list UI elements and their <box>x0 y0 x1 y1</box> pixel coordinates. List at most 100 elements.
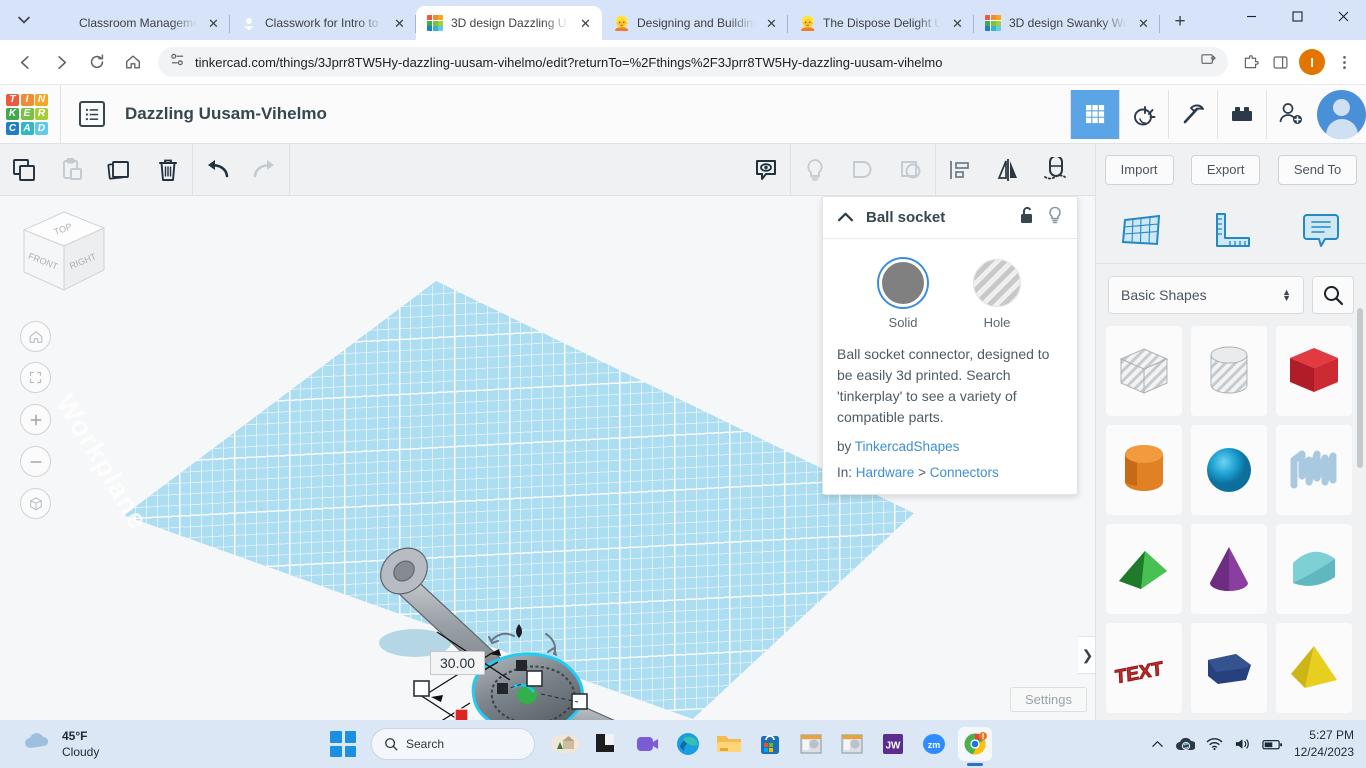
author-link[interactable]: TinkercadShapes <box>855 439 960 454</box>
browser-tab-1[interactable]: Classwork for Intro to ✕ <box>230 6 416 40</box>
shape-text-red[interactable]: TEXT <box>1106 623 1182 713</box>
3d-canvas[interactable]: Workplane 30.00 TOP FRONT RIGHT Ball soc… <box>0 196 1095 768</box>
settings-button[interactable]: Settings <box>1010 687 1087 712</box>
shape-panel-scrollbar[interactable] <box>1357 308 1363 468</box>
chevron-up-icon[interactable] <box>1151 738 1164 751</box>
brick-icon[interactable] <box>1217 89 1266 139</box>
paste-icon[interactable] <box>48 144 96 196</box>
browser-tab-2[interactable]: 3D design Dazzling U ✕ <box>416 6 602 40</box>
show-hide-icon[interactable] <box>742 144 790 196</box>
solid-option[interactable]: Solid <box>879 259 927 330</box>
shape-category-dropdown[interactable]: Basic Shapes ▲ ▼ <box>1108 276 1304 314</box>
sidepanel-icon[interactable] <box>1266 48 1294 76</box>
zoom-out-button[interactable] <box>20 446 51 477</box>
light-icon[interactable] <box>791 144 839 196</box>
extensions-icon[interactable] <box>1236 48 1264 76</box>
hole-swatch[interactable] <box>973 259 1021 307</box>
view-mode-button[interactable] <box>20 488 51 519</box>
shape-search-button[interactable] <box>1312 276 1354 314</box>
reload-button[interactable] <box>80 45 114 79</box>
maximize-button[interactable] <box>1274 0 1320 32</box>
jw-app[interactable]: JW <box>876 727 910 761</box>
redo-icon[interactable] <box>241 144 289 196</box>
shape-roof-teal[interactable] <box>1276 524 1352 614</box>
chevron-up-icon[interactable] <box>837 209 854 227</box>
panel-expand-tab[interactable]: ❯ <box>1078 636 1095 674</box>
tab-close-button[interactable]: ✕ <box>577 15 594 32</box>
avatar[interactable] <box>1317 89 1366 139</box>
shape-wedge-green[interactable] <box>1106 524 1182 614</box>
send-to-button[interactable]: Send To <box>1277 154 1358 185</box>
dimension-width-label[interactable]: 30.00 <box>430 651 486 675</box>
browser-tab-0[interactable]: Classroom Management ✕ <box>44 6 230 40</box>
onedrive-icon[interactable] <box>1175 737 1195 752</box>
export-button[interactable]: Export <box>1190 154 1261 185</box>
hole-option[interactable]: Hole <box>973 259 1021 330</box>
align-icon[interactable] <box>936 144 984 196</box>
zoom-in-button[interactable] <box>20 404 51 435</box>
shape-cylinder-orange[interactable] <box>1106 425 1182 515</box>
shape-box-hole[interactable] <box>1106 326 1182 416</box>
shape-box-red[interactable] <box>1276 326 1352 416</box>
search-input[interactable]: Search <box>371 728 535 760</box>
address-bar[interactable]: tinkercad.com/things/3Jprr8TW5Hy-dazzlin… <box>158 47 1228 77</box>
fit-view-button[interactable] <box>20 362 51 393</box>
microsoft-store[interactable] <box>753 727 787 761</box>
view-cube[interactable]: TOP FRONT RIGHT <box>14 206 114 306</box>
site-settings-icon[interactable] <box>170 52 185 72</box>
shape-pyramid-yellow[interactable] <box>1276 623 1352 713</box>
grid-icon[interactable] <box>1070 89 1119 139</box>
design-title[interactable]: Dazzling Uusam-Vihelmo <box>125 104 327 124</box>
browser-tab-3[interactable]: 👱 Designing and Building ✕ <box>602 6 788 40</box>
pickaxe-icon[interactable] <box>1168 89 1217 139</box>
workplane[interactable] <box>124 281 914 719</box>
solid-swatch[interactable] <box>879 259 927 307</box>
new-tab-button[interactable]: + <box>1166 8 1194 36</box>
mirror-icon[interactable] <box>984 144 1032 196</box>
clock[interactable]: 5:27 PM 12/24/2023 <box>1294 727 1354 762</box>
widget-image[interactable] <box>548 727 582 761</box>
import-button[interactable]: Import <box>1104 154 1174 185</box>
home-button[interactable] <box>116 45 150 79</box>
file-explorer[interactable] <box>712 727 746 761</box>
category-link[interactable]: Hardware <box>856 465 915 480</box>
edge-browser[interactable] <box>671 727 705 761</box>
group-icon[interactable] <box>839 144 887 196</box>
browser-tab-5[interactable]: 3D design Swanky Wo ✕ <box>974 6 1160 40</box>
start-button[interactable] <box>330 731 356 757</box>
shape-polygon-blue[interactable] <box>1191 623 1267 713</box>
teams-app[interactable] <box>630 727 664 761</box>
tinkercad-logo-icon[interactable]: T I N K E R C A D <box>6 93 48 135</box>
delete-icon[interactable] <box>144 144 192 196</box>
notes-icon[interactable] <box>1299 210 1343 250</box>
zoom-app[interactable]: zm <box>917 727 951 761</box>
subcategory-link[interactable]: Connectors <box>930 465 999 480</box>
browser-tab-4[interactable]: 👱 The Dispose Delight U ✕ <box>788 6 974 40</box>
dark-app[interactable] <box>589 727 623 761</box>
volume-icon[interactable] <box>1234 737 1251 751</box>
copy-icon[interactable] <box>0 144 48 196</box>
minimize-button[interactable] <box>1228 0 1274 32</box>
ruler-icon[interactable] <box>1209 210 1253 250</box>
forward-button[interactable] <box>44 45 78 79</box>
install-app-icon[interactable] <box>1201 52 1216 72</box>
chrome-browser[interactable] <box>958 727 992 766</box>
weather-widget[interactable]: 45°F Cloudy <box>0 728 330 760</box>
home-view-button[interactable] <box>20 321 51 352</box>
shape-cone-purple[interactable] <box>1191 524 1267 614</box>
shape-scribble[interactable] <box>1276 425 1352 515</box>
scanner-app-1[interactable] <box>794 727 828 761</box>
tab-close-button[interactable]: ✕ <box>949 15 966 32</box>
shape-cylinder-hole[interactable] <box>1191 326 1267 416</box>
shape-sphere-blue[interactable] <box>1191 425 1267 515</box>
simulate-icon[interactable] <box>1119 89 1168 139</box>
lightbulb-icon[interactable] <box>1047 206 1063 229</box>
wifi-icon[interactable] <box>1206 737 1223 751</box>
tab-close-button[interactable]: ✕ <box>763 15 780 32</box>
workplane-icon[interactable] <box>1119 210 1163 250</box>
battery-icon[interactable] <box>1262 738 1283 751</box>
duplicate-icon[interactable] <box>96 144 144 196</box>
profile-avatar[interactable]: I <box>1299 49 1325 75</box>
undo-icon[interactable] <box>193 144 241 196</box>
unlock-icon[interactable] <box>1019 206 1035 229</box>
